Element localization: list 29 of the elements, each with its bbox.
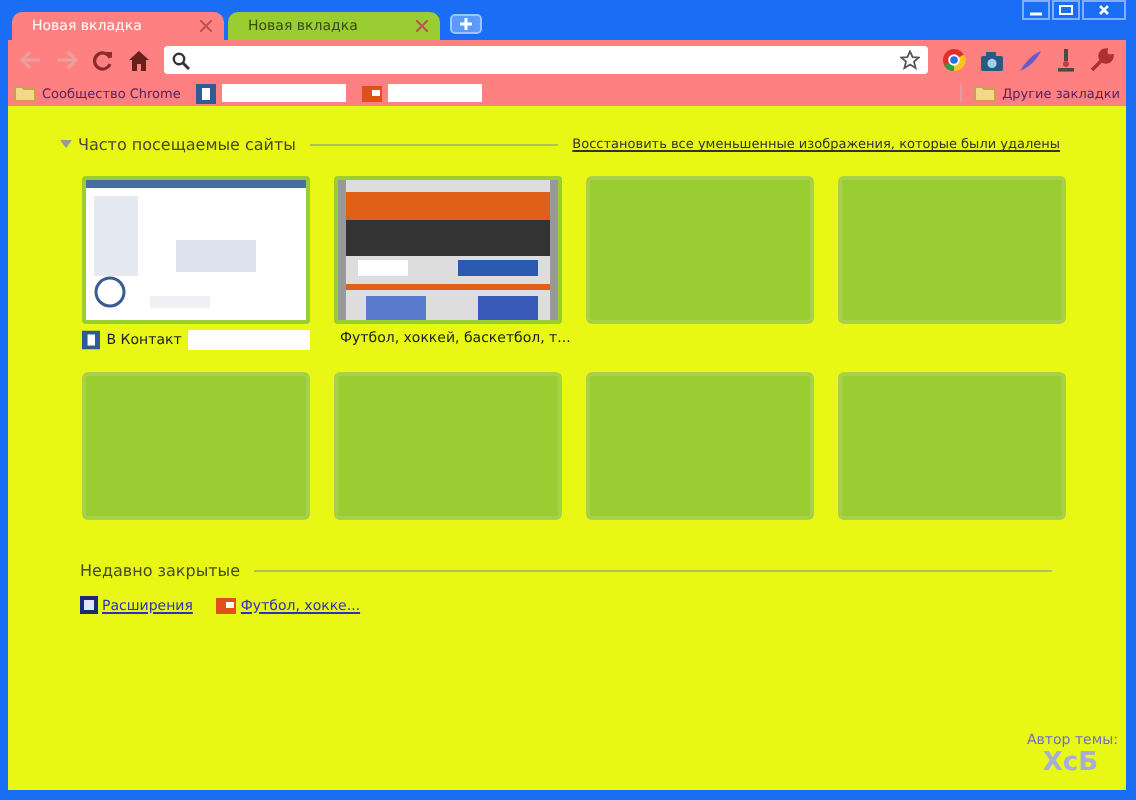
site-favicon-icon	[362, 85, 383, 101]
folder-icon	[974, 84, 997, 102]
blank-label	[222, 84, 347, 102]
star-icon[interactable]	[900, 50, 920, 70]
site-favicon-icon	[82, 330, 101, 350]
bookmark-item[interactable]	[362, 84, 483, 102]
bookmark-item[interactable]	[196, 83, 347, 103]
section-heading: Часто посещаемые сайты	[78, 135, 296, 153]
new-tab-button[interactable]	[450, 14, 482, 34]
home-icon[interactable]	[128, 49, 150, 71]
blank-label	[388, 84, 483, 102]
minimize-button[interactable]	[1022, 0, 1050, 20]
folder-icon	[14, 84, 36, 102]
site-favicon-icon	[196, 83, 217, 103]
blank-label	[187, 330, 310, 350]
maximize-button[interactable]	[1052, 0, 1080, 20]
feather-icon[interactable]	[1018, 49, 1042, 71]
close-button[interactable]	[1082, 0, 1126, 20]
site-favicon-icon	[216, 597, 237, 613]
reload-icon[interactable]	[92, 49, 114, 71]
close-icon[interactable]	[416, 20, 428, 32]
camera-icon[interactable]	[980, 49, 1004, 71]
wrench-icon[interactable]	[1090, 48, 1114, 72]
theme-author-name: XcБ	[1042, 748, 1098, 778]
microscope-icon[interactable]	[1056, 48, 1076, 72]
search-icon	[172, 51, 190, 69]
section-heading: Недавно закрытые	[80, 561, 241, 579]
chrome-logo-icon[interactable]	[942, 48, 966, 72]
collapse-triangle-icon[interactable]	[60, 140, 72, 148]
